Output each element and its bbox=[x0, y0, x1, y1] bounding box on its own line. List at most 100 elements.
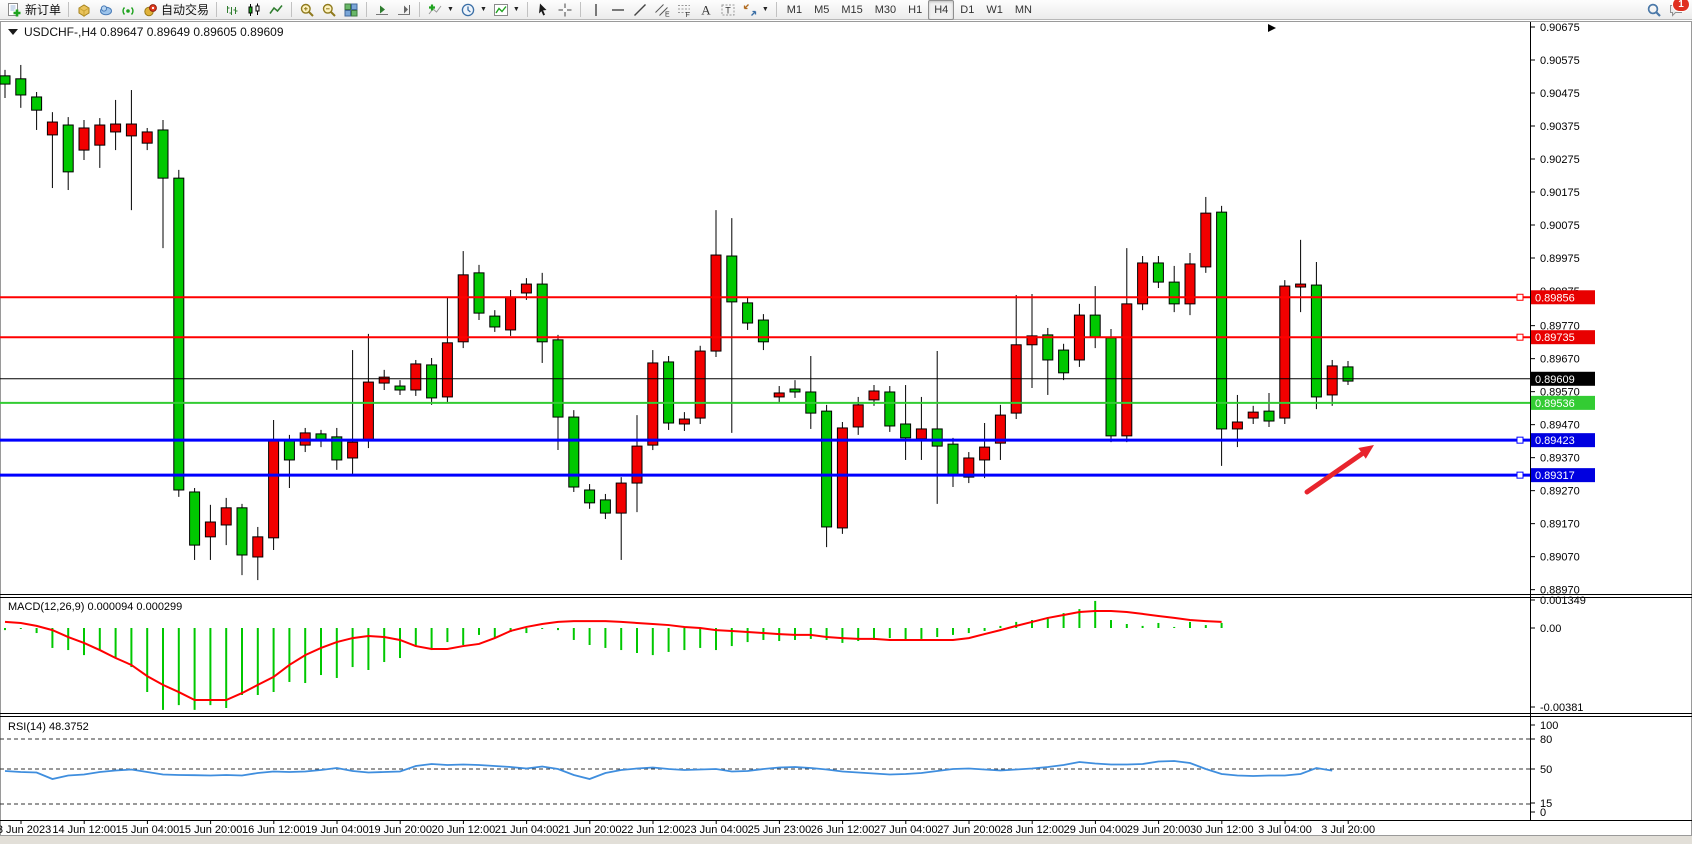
line-chart-button[interactable] bbox=[265, 0, 287, 20]
toolbar-separator bbox=[216, 2, 217, 17]
time-tick-label: 29 Jun 04:00 bbox=[1064, 824, 1128, 836]
templates-button[interactable]: ▼ bbox=[490, 0, 523, 20]
time-tick-label: 19 Jun 04:00 bbox=[305, 824, 369, 836]
data-window-button[interactable] bbox=[95, 0, 117, 20]
candle-body bbox=[126, 124, 136, 136]
zoom-out-icon bbox=[321, 2, 337, 18]
macd-axis-label: -0.00381 bbox=[1540, 702, 1583, 714]
candle-body bbox=[1122, 304, 1132, 436]
indicators-button[interactable]: ▼ bbox=[424, 0, 457, 20]
vertical-line-button[interactable] bbox=[585, 0, 607, 20]
timeframe-mn-button[interactable]: MN bbox=[1009, 0, 1038, 20]
hline-anchor[interactable] bbox=[1517, 334, 1523, 340]
price-badge-label: 0.89423 bbox=[1535, 435, 1575, 447]
text-button[interactable]: A bbox=[695, 0, 717, 20]
auto-scroll-icon bbox=[374, 2, 390, 18]
text-a-icon: A bbox=[698, 2, 714, 18]
timeframe-d1-button[interactable]: D1 bbox=[954, 0, 980, 20]
chart-shift-button[interactable] bbox=[393, 0, 415, 20]
time-tick-label: 15 Jun 04:00 bbox=[116, 824, 180, 836]
tiles-icon bbox=[343, 2, 359, 18]
timeframe-m15-button[interactable]: M15 bbox=[835, 0, 868, 20]
time-tick-label: 28 Jun 12:00 bbox=[1000, 824, 1064, 836]
candle-body bbox=[506, 297, 516, 330]
toolbar-separator bbox=[776, 2, 777, 17]
candle-body bbox=[1327, 366, 1337, 395]
candle-body bbox=[980, 447, 990, 460]
auto-trading-button[interactable]: 自动交易 bbox=[139, 0, 212, 20]
cursor-button[interactable] bbox=[532, 0, 554, 20]
candle-body bbox=[901, 424, 911, 438]
price-tick-label: 0.89170 bbox=[1540, 519, 1580, 531]
tile-windows-button[interactable] bbox=[340, 0, 362, 20]
hline-anchor[interactable] bbox=[1517, 294, 1523, 300]
fibonacci-button[interactable]: F bbox=[673, 0, 695, 20]
chevron-down-icon[interactable]: ▼ bbox=[447, 6, 454, 13]
chevron-down-icon[interactable]: ▼ bbox=[762, 6, 769, 13]
periods-button[interactable]: ▼ bbox=[457, 0, 490, 20]
timeframe-m5-button[interactable]: M5 bbox=[808, 0, 835, 20]
chart-area[interactable]: 0.906750.905750.904750.903750.902750.901… bbox=[0, 0, 1692, 844]
time-tick-label: 3 Jul 04:00 bbox=[1258, 824, 1312, 836]
rsi-label: RSI(14) 48.3752 bbox=[8, 721, 89, 733]
bar-chart-button[interactable] bbox=[221, 0, 243, 20]
macd-axis-label: 0.001349 bbox=[1540, 595, 1586, 607]
search-icon[interactable] bbox=[1646, 2, 1662, 18]
price-badge-label: 0.89856 bbox=[1535, 292, 1575, 304]
svg-text:F: F bbox=[685, 12, 689, 18]
candle-body bbox=[743, 303, 753, 323]
price-tick-label: 0.89670 bbox=[1540, 354, 1580, 366]
zoom-in-button[interactable] bbox=[296, 0, 318, 20]
time-tick-label: 16 Jun 12:00 bbox=[242, 824, 306, 836]
market-watch-button[interactable] bbox=[73, 0, 95, 20]
notifications-button[interactable]: 1 bbox=[1668, 2, 1684, 18]
price-tick-label: 0.89470 bbox=[1540, 420, 1580, 432]
timeframe-h4-button[interactable]: H4 bbox=[928, 0, 954, 20]
candle-body bbox=[585, 490, 595, 503]
zoom-out-button[interactable] bbox=[318, 0, 340, 20]
timeframe-w1-button[interactable]: W1 bbox=[980, 0, 1009, 20]
candle-body bbox=[727, 256, 737, 302]
channel-button[interactable]: E bbox=[651, 0, 673, 20]
time-tick-label: 27 Jun 04:00 bbox=[874, 824, 938, 836]
candle-body bbox=[916, 429, 926, 439]
vline-icon bbox=[588, 2, 604, 18]
candle-body bbox=[648, 363, 658, 445]
time-tick-label: 23 Jun 04:00 bbox=[684, 824, 748, 836]
chevron-down-icon[interactable]: ▼ bbox=[513, 6, 520, 13]
crosshair-button[interactable] bbox=[554, 0, 576, 20]
navigator-button[interactable] bbox=[117, 0, 139, 20]
hline-anchor[interactable] bbox=[1517, 472, 1523, 478]
signal-icon bbox=[120, 2, 136, 18]
time-tick-label: 19 Jun 20:00 bbox=[368, 824, 432, 836]
candle-body bbox=[790, 389, 800, 392]
time-tick-label: 29 Jun 20:00 bbox=[1127, 824, 1191, 836]
horizontal-line-button[interactable] bbox=[607, 0, 629, 20]
auto-scroll-button[interactable] bbox=[371, 0, 393, 20]
timeframe-m1-button[interactable]: M1 bbox=[781, 0, 808, 20]
trendline-button[interactable] bbox=[629, 0, 651, 20]
toolbar-right-group: 1 bbox=[1646, 2, 1692, 18]
candle-body bbox=[221, 508, 231, 525]
label-button[interactable]: T bbox=[717, 0, 739, 20]
candle-body bbox=[774, 393, 784, 397]
candle-body bbox=[837, 428, 847, 528]
candle-body bbox=[0, 76, 10, 84]
candle-body bbox=[348, 442, 358, 458]
cursor-icon bbox=[535, 2, 551, 18]
time-tick-label: 20 Jun 12:00 bbox=[432, 824, 496, 836]
hline-anchor[interactable] bbox=[1517, 437, 1523, 443]
candle-body bbox=[1264, 411, 1274, 421]
timeframe-m30-button[interactable]: M30 bbox=[869, 0, 902, 20]
chevron-down-icon[interactable]: ▼ bbox=[480, 6, 487, 13]
indicator-icon bbox=[427, 2, 443, 18]
candle-body bbox=[95, 125, 105, 145]
new-order-button[interactable]: 新订单 bbox=[3, 0, 64, 20]
toolbar-separator bbox=[419, 2, 420, 17]
shapes-button[interactable]: ▼ bbox=[739, 0, 772, 20]
candle-body bbox=[1106, 338, 1116, 436]
candle-chart-button[interactable] bbox=[243, 0, 265, 20]
candle-body bbox=[1248, 412, 1258, 418]
timeframe-h1-button[interactable]: H1 bbox=[902, 0, 928, 20]
doc-plus-icon bbox=[6, 2, 22, 18]
